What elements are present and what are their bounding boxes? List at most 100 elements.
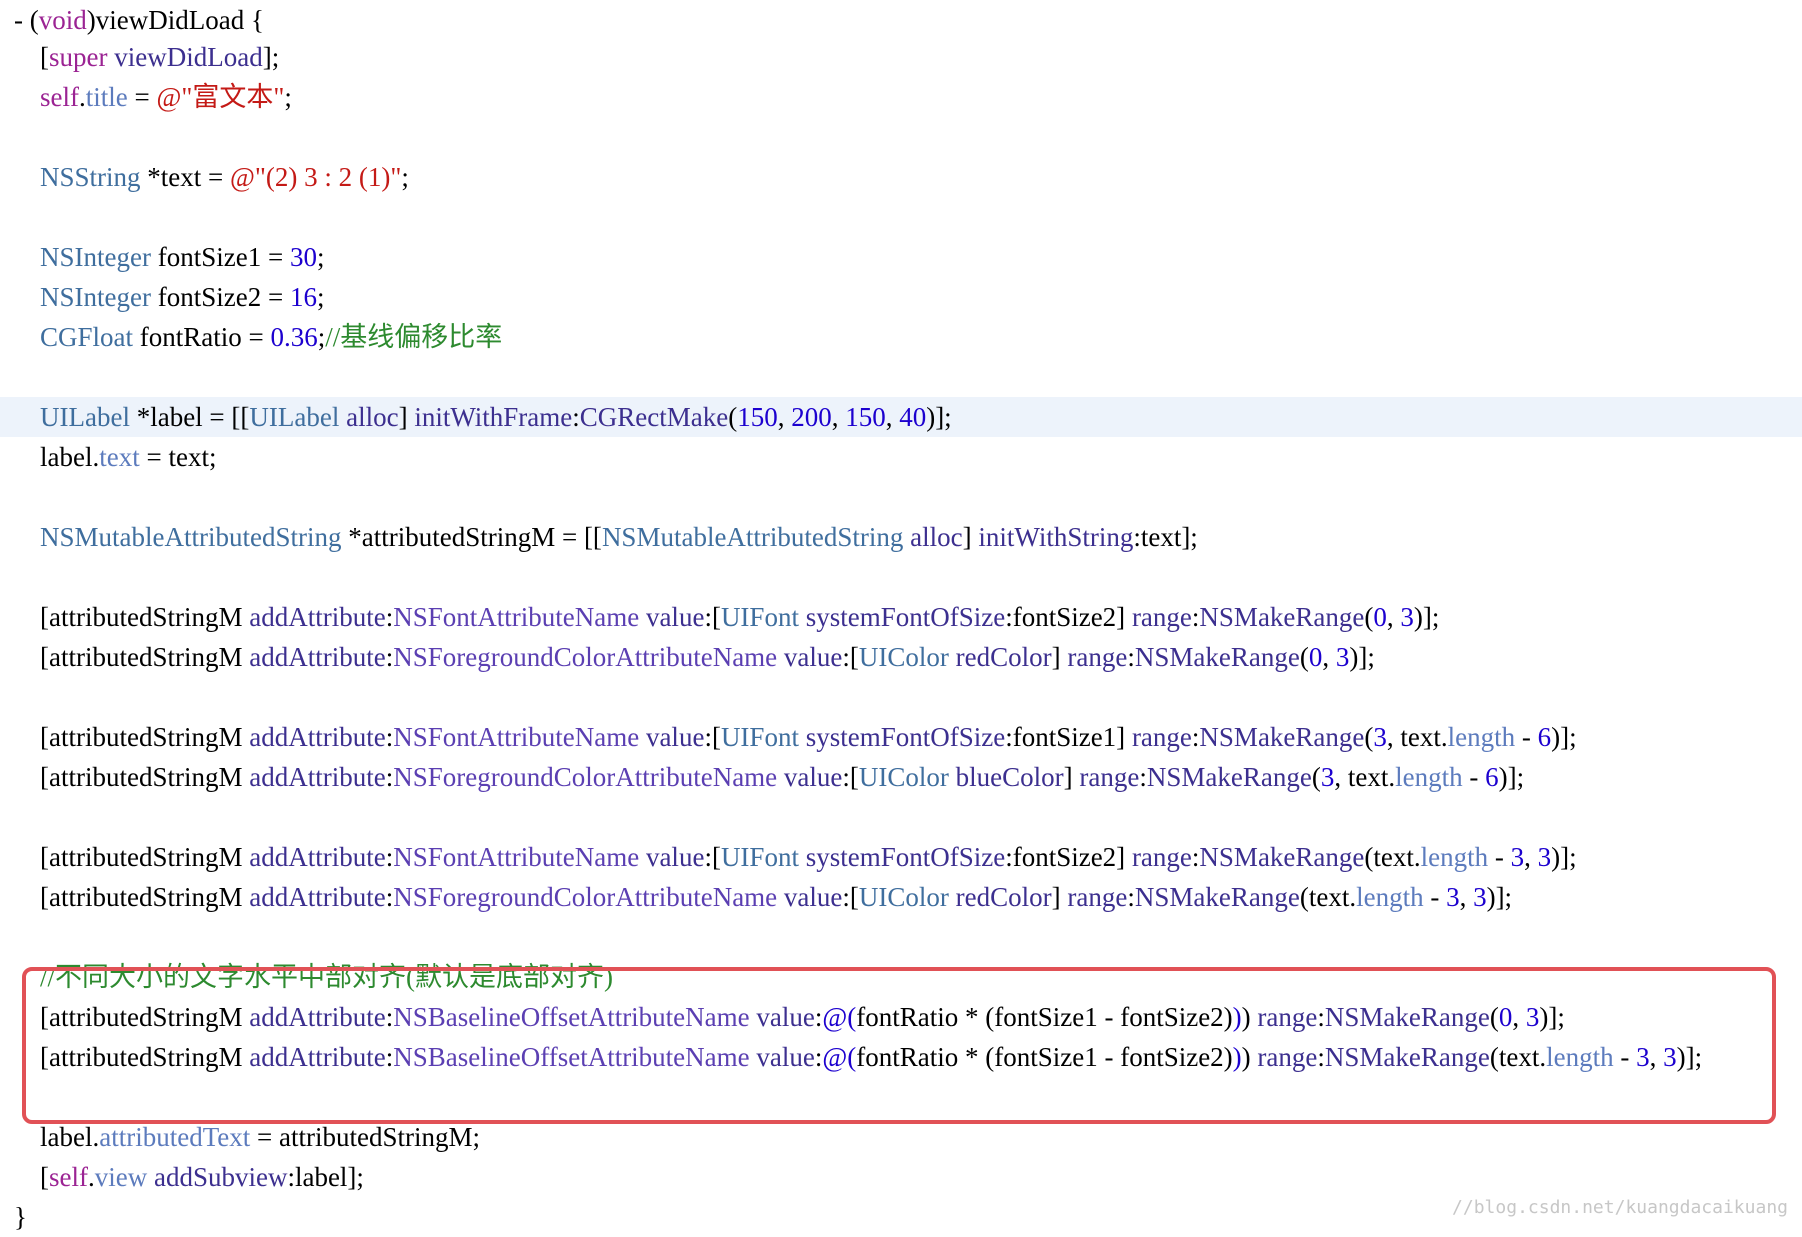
code-token-plain: :fontSize2]: [1005, 842, 1132, 872]
code-line[interactable]: [0, 477, 1802, 517]
code-line[interactable]: [attributedStringM addAttribute:NSFontAt…: [0, 717, 1802, 757]
code-token-plain: ): [1241, 1042, 1258, 1072]
code-line-text: [self.view addSubview:label];: [40, 1157, 364, 1197]
code-line[interactable]: [attributedStringM addAttribute: NSForegr…: [0, 877, 1802, 917]
code-token-const: NSFontAttributeName: [393, 602, 640, 632]
code-line[interactable]: //不同大小的文字水平中部对齐(默认是底部对齐): [0, 957, 1802, 997]
code-line[interactable]: NSInteger fontSize1 = 30;: [0, 237, 1802, 277]
code-token-method: initWithString: [978, 522, 1134, 552]
code-token-plain: *label = [[: [129, 402, 250, 432]
code-line[interactable]: [0, 677, 1802, 717]
code-token-plain: [attributedStringM: [40, 722, 250, 752]
code-token-plain: ,: [1649, 1042, 1664, 1072]
code-token-plain: .: [78, 82, 86, 112]
code-token-plain: :[: [842, 642, 859, 672]
code-line[interactable]: [attributedStringM addAttribute: NSBaseli…: [0, 997, 1802, 1037]
code-line[interactable]: [0, 917, 1802, 957]
code-token-const: NSFontAttributeName: [393, 722, 640, 752]
code-token-plain: -: [1488, 842, 1511, 872]
code-token-plain: :[: [704, 602, 721, 632]
code-token-method: value: [783, 762, 843, 792]
code-token-type: UIColor: [858, 762, 949, 792]
code-token-plain: [attributedStringM: [40, 642, 250, 672]
code-token-method: value: [756, 1002, 815, 1032]
code-line-text: //不同大小的文字水平中部对齐(默认是底部对齐): [40, 957, 613, 997]
code-token-keyword: self: [40, 82, 79, 112]
code-token-keyword: self: [49, 1162, 88, 1192]
code-line[interactable]: self.title = @"富文本";: [0, 77, 1802, 117]
code-line[interactable]: [attributedStringM addAttribute:NSFontAt…: [0, 597, 1802, 637]
code-token-method: NSMakeRange: [1134, 642, 1300, 672]
code-token-method: range: [1079, 762, 1140, 792]
code-token-method: value: [756, 1042, 815, 1072]
code-line[interactable]: [0, 1077, 1802, 1117]
code-token-plain: ;: [316, 282, 325, 312]
code-token-method: NSMakeRange: [1134, 882, 1300, 912]
code-line[interactable]: [attributedStringM addAttribute:NSFontAt…: [0, 837, 1802, 877]
code-token-plain: :text];: [1133, 522, 1198, 552]
code-token-plain: = attributedStringM;: [250, 1122, 481, 1152]
code-token-prop: text: [99, 442, 140, 472]
code-token-plain: - (: [14, 5, 39, 35]
code-token-plain: ;: [284, 82, 292, 112]
code-line[interactable]: NSInteger fontSize2 = 16;: [0, 277, 1802, 317]
code-token-method: range: [1067, 882, 1128, 912]
code-token-number: 6: [1537, 722, 1552, 752]
code-line[interactable]: [self.view addSubview:label];: [0, 1157, 1802, 1197]
code-token-type: UIFont: [720, 842, 799, 872]
code-token-number: 3: [1335, 642, 1350, 672]
code-line[interactable]: [0, 557, 1802, 597]
code-editor[interactable]: - (void)viewDidLoad {[super viewDidLoad]…: [0, 0, 1802, 1236]
code-token-type: NSMutableAttributedString: [40, 522, 342, 552]
code-token-plain: label.: [40, 1122, 100, 1152]
code-token-plain: label.: [40, 442, 100, 472]
code-line[interactable]: label.text = text;: [0, 437, 1802, 477]
code-token-number: 40: [899, 402, 927, 432]
code-token-number: 0: [1373, 602, 1387, 632]
code-token-type: UILabel: [249, 402, 340, 432]
code-token-prop: length: [1546, 1042, 1614, 1072]
code-line[interactable]: [attributedStringM addAttribute: NSForegr…: [0, 757, 1802, 797]
code-token-method: addAttribute: [249, 762, 386, 792]
code-token-number: 30: [289, 242, 317, 272]
code-token-plain: (: [1489, 1002, 1499, 1032]
code-token-plain: [attributedStringM: [40, 602, 250, 632]
code-token-plain: :: [1127, 642, 1135, 672]
code-line[interactable]: NSMutableAttributedString *attributedStr…: [0, 517, 1802, 557]
code-line[interactable]: [0, 197, 1802, 237]
code-token-plain: (: [1311, 762, 1321, 792]
code-line-text: NSString *text = @"(2) 3 : 2 (1)";: [40, 157, 409, 197]
code-token-number: 0: [1498, 1002, 1513, 1032]
code-token-method: NSMakeRange: [1324, 1002, 1490, 1032]
code-token-method: alloc: [346, 402, 399, 432]
code-token-plain: [attributedStringM: [40, 1002, 250, 1032]
code-token-plain: -: [1613, 1042, 1637, 1072]
code-token-method: value: [645, 722, 705, 752]
code-line[interactable]: NSString *text = @"(2) 3 : 2 (1)";: [0, 157, 1802, 197]
code-token-method: value: [645, 602, 705, 632]
code-line[interactable]: - (void)viewDidLoad {: [0, 0, 1802, 40]
code-token-type: NSMutableAttributedString: [601, 522, 904, 552]
code-line[interactable]: UILabel *label = [[UILabel alloc] initWi…: [0, 397, 1802, 437]
code-token-string: @"富文本": [156, 82, 285, 112]
code-line-text: [attributedStringM addAttribute:NSFontAt…: [40, 837, 1577, 877]
code-line-text: [attributedStringM addAttribute: NSForegr…: [40, 757, 1524, 797]
code-line[interactable]: label.attributedText = attributedStringM…: [0, 1117, 1802, 1157]
code-line[interactable]: [attributedStringM addAttribute: NSBaseli…: [0, 1037, 1802, 1077]
code-token-plain: )];: [1413, 602, 1440, 632]
code-line[interactable]: [super viewDidLoad];: [0, 37, 1802, 77]
code-token-plain: -: [1462, 762, 1486, 792]
code-line-text: - (void)viewDidLoad {: [14, 0, 264, 40]
code-line[interactable]: [0, 117, 1802, 157]
code-line[interactable]: [attributedStringM addAttribute: NSForegr…: [0, 637, 1802, 677]
code-line[interactable]: CGFloat fontRatio = 0.36;//基线偏移比率: [0, 317, 1802, 357]
code-line[interactable]: [0, 357, 1802, 397]
code-token-type: NSInteger: [40, 242, 151, 272]
code-token-plain: ;: [401, 162, 409, 192]
code-token-plain: (text.: [1364, 842, 1421, 872]
code-line[interactable]: [0, 797, 1802, 837]
code-line-text: label.text = text;: [40, 437, 216, 477]
code-token-plain: }: [14, 1202, 27, 1232]
